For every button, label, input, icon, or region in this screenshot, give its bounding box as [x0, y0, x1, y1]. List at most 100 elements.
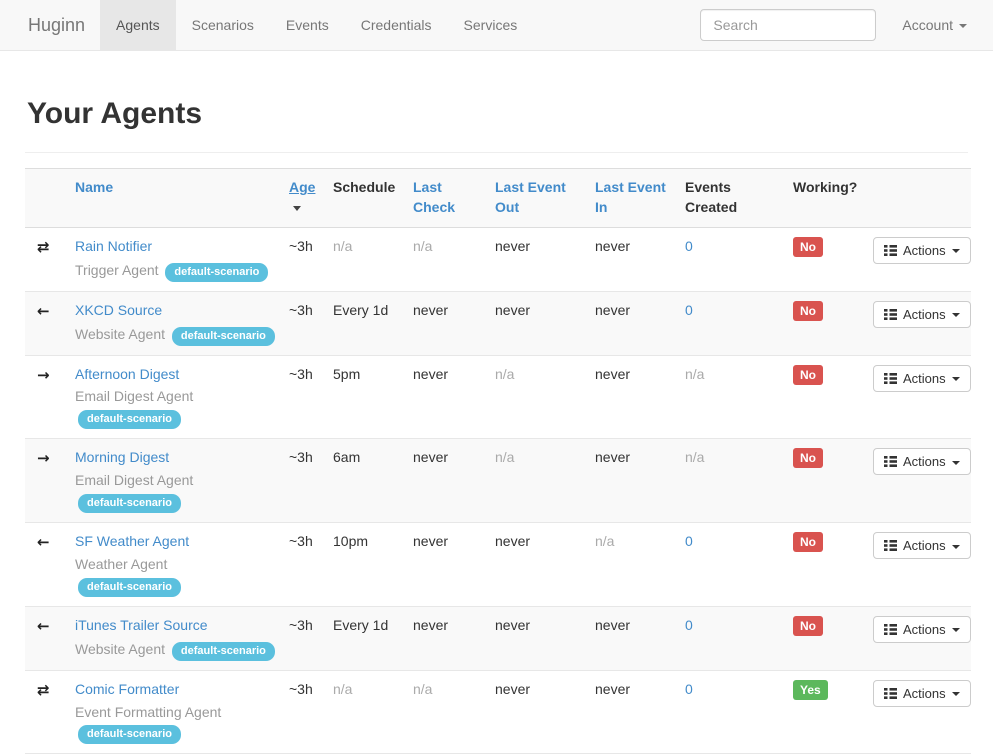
agent-row: ← XKCD Source Website Agent default-scen… — [25, 291, 971, 355]
header-last-event-in-link[interactable]: Last Event In — [595, 179, 666, 215]
main-content: Your Agents Name Age Schedule Last Check… — [25, 97, 968, 754]
list-icon — [884, 455, 897, 468]
last-event-in-cell: never — [587, 439, 677, 523]
chevron-down-icon — [952, 545, 960, 549]
account-dropdown[interactable]: Account — [876, 17, 979, 33]
chevron-down-icon — [952, 313, 960, 317]
nav-item-scenarios[interactable]: Scenarios — [176, 0, 270, 50]
scenario-badge[interactable]: default-scenario — [78, 410, 181, 429]
actions-button[interactable]: Actions — [873, 532, 971, 559]
arrow-right-icon: → — [33, 449, 50, 467]
list-icon — [884, 687, 897, 700]
exchange-icon: ⇄ — [33, 238, 50, 256]
header-name-link[interactable]: Name — [75, 179, 113, 195]
agent-type-label: Website Agent — [75, 326, 165, 342]
header-age-link[interactable]: Age — [289, 179, 315, 195]
search-input[interactable] — [700, 9, 876, 41]
last-event-out-cell: n/a — [487, 355, 587, 439]
nav-item-services[interactable]: Services — [448, 0, 534, 50]
agent-row: ⇄ Rain Notifier Trigger Agent default-sc… — [25, 227, 971, 291]
actions-button[interactable]: Actions — [873, 448, 971, 475]
scenario-badge[interactable]: default-scenario — [165, 263, 268, 282]
last-event-in-cell: never — [587, 606, 677, 670]
list-icon — [884, 372, 897, 385]
agent-type-label: Event Formatting Agent — [75, 704, 221, 720]
working-badge: No — [793, 448, 823, 468]
events-created-cell[interactable]: 0 — [677, 227, 785, 291]
exchange-icon: ⇄ — [33, 681, 50, 699]
events-created-cell[interactable]: 0 — [677, 523, 785, 607]
events-created-cell: n/a — [677, 355, 785, 439]
arrow-right-icon: → — [33, 366, 50, 384]
age-cell: ~3h — [283, 291, 325, 355]
header-last-event-out-link[interactable]: Last Event Out — [495, 179, 566, 215]
last-check-cell: never — [405, 606, 487, 670]
arrow-left-icon: ← — [33, 533, 50, 551]
actions-button[interactable]: Actions — [873, 616, 971, 643]
agent-type-label: Weather Agent — [75, 556, 167, 572]
agent-name-link[interactable]: iTunes Trailer Source — [75, 617, 208, 633]
brand-logo[interactable]: Huginn — [0, 0, 100, 50]
header-age-cell: Age — [283, 169, 325, 228]
agent-subline: Website Agent default-scenario — [75, 639, 275, 661]
last-event-out-cell: n/a — [487, 439, 587, 523]
page-title: Your Agents — [27, 97, 968, 130]
actions-button-label: Actions — [903, 686, 946, 701]
events-created-cell[interactable]: 0 — [677, 291, 785, 355]
agent-name-link[interactable]: Rain Notifier — [75, 238, 152, 254]
events-created-cell: n/a — [677, 439, 785, 523]
header-working: Working? — [785, 169, 865, 228]
actions-button-label: Actions — [903, 454, 946, 469]
actions-button-label: Actions — [903, 307, 946, 322]
actions-button[interactable]: Actions — [873, 301, 971, 328]
last-check-cell: never — [405, 291, 487, 355]
schedule-cell: Every 1d — [325, 291, 405, 355]
events-created-cell[interactable]: 0 — [677, 606, 785, 670]
actions-button[interactable]: Actions — [873, 680, 971, 707]
last-check-cell: n/a — [405, 670, 487, 754]
events-created-cell[interactable]: 0 — [677, 670, 785, 754]
header-icon-spacer — [25, 169, 67, 228]
actions-button[interactable]: Actions — [873, 365, 971, 392]
schedule-cell: 10pm — [325, 523, 405, 607]
age-cell: ~3h — [283, 355, 325, 439]
scenario-badge[interactable]: default-scenario — [172, 642, 275, 661]
scenario-badge[interactable]: default-scenario — [78, 494, 181, 513]
schedule-cell: Every 1d — [325, 606, 405, 670]
header-last-check-link[interactable]: Last Check — [413, 179, 455, 215]
working-badge: No — [793, 532, 823, 552]
last-event-out-cell: never — [487, 291, 587, 355]
agent-row: ← iTunes Trailer Source Website Agent de… — [25, 606, 971, 670]
agent-subline: Event Formatting Agent default-scenario — [75, 703, 275, 745]
nav-item-events[interactable]: Events — [270, 0, 345, 50]
chevron-down-icon — [952, 628, 960, 632]
agent-name-link[interactable]: XKCD Source — [75, 302, 162, 318]
actions-button-label: Actions — [903, 371, 946, 386]
actions-button[interactable]: Actions — [873, 237, 971, 264]
arrow-left-icon: ← — [33, 302, 50, 320]
agent-name-link[interactable]: SF Weather Agent — [75, 533, 189, 549]
account-label: Account — [902, 17, 953, 33]
actions-button-label: Actions — [903, 622, 946, 637]
agent-name-link[interactable]: Comic Formatter — [75, 681, 179, 697]
list-icon — [884, 244, 897, 257]
scenario-badge[interactable]: default-scenario — [78, 578, 181, 597]
table-header-row: Name Age Schedule Last Check Last Event … — [25, 169, 971, 228]
agent-subline: Email Digest Agent default-scenario — [75, 387, 275, 429]
working-badge: No — [793, 237, 823, 257]
header-events-created: Events Created — [677, 169, 785, 228]
scenario-badge[interactable]: default-scenario — [78, 725, 181, 744]
agent-name-link[interactable]: Morning Digest — [75, 449, 169, 465]
nav-item-agents[interactable]: Agents — [100, 0, 176, 50]
agent-subline: Weather Agent default-scenario — [75, 555, 275, 597]
last-event-in-cell: never — [587, 227, 677, 291]
last-event-out-cell: never — [487, 227, 587, 291]
agent-type-label: Email Digest Agent — [75, 388, 193, 404]
nav-item-credentials[interactable]: Credentials — [345, 0, 448, 50]
agent-type-label: Website Agent — [75, 641, 165, 657]
last-check-cell: never — [405, 523, 487, 607]
scenario-badge[interactable]: default-scenario — [172, 327, 275, 346]
chevron-down-icon — [959, 24, 967, 28]
chevron-down-icon — [952, 249, 960, 253]
agent-name-link[interactable]: Afternoon Digest — [75, 366, 179, 382]
